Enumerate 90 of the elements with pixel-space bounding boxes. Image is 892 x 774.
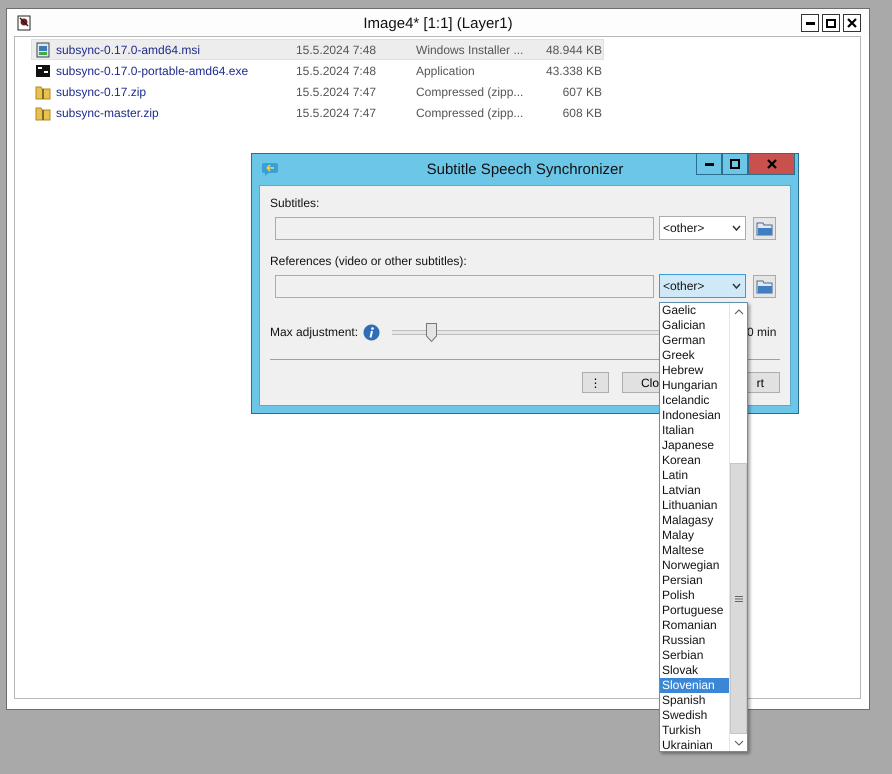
language-option[interactable]: Korean bbox=[660, 453, 729, 468]
file-type: Windows Installer ... bbox=[416, 42, 524, 56]
language-option[interactable]: Galician bbox=[660, 318, 729, 333]
language-option[interactable]: Romanian bbox=[660, 618, 729, 633]
chevron-down-icon bbox=[732, 283, 741, 289]
maximize-button[interactable] bbox=[822, 14, 840, 32]
language-option[interactable]: Hungarian bbox=[660, 378, 729, 393]
menu-button[interactable]: ⋮ bbox=[582, 372, 609, 393]
scroll-up-icon[interactable] bbox=[734, 308, 744, 314]
minimize-icon bbox=[806, 22, 814, 24]
file-date: 15.5.2024 7:47 bbox=[296, 84, 378, 98]
maximize-button[interactable] bbox=[722, 154, 748, 175]
browse-button[interactable] bbox=[753, 216, 776, 240]
file-row[interactable]: subsync-0.17.0-portable-amd64.exe 15.5.2024 7:48 Application 43.338 KB bbox=[31, 60, 604, 81]
language-option[interactable]: Greek bbox=[660, 348, 729, 363]
close-button[interactable] bbox=[843, 14, 861, 32]
language-option[interactable]: Gaelic bbox=[660, 303, 729, 318]
file-type: Application bbox=[416, 64, 476, 78]
file-name: subsync-0.17.0-portable-amd64.exe bbox=[56, 64, 250, 78]
language-option[interactable]: Portuguese bbox=[660, 603, 729, 618]
language-option[interactable]: Persian bbox=[660, 573, 729, 588]
language-option[interactable]: Spanish bbox=[660, 693, 729, 708]
file-size: 607 KB bbox=[562, 84, 602, 98]
language-option[interactable]: Lithuanian bbox=[660, 498, 729, 513]
file-date: 15.5.2024 7:48 bbox=[296, 64, 378, 78]
scrollbar-thumb[interactable] bbox=[730, 463, 747, 734]
language-option[interactable]: Malagasy bbox=[660, 513, 729, 528]
grip-icon bbox=[734, 596, 742, 602]
file-type: Compressed (zipp... bbox=[416, 106, 524, 120]
file-size: 43.338 KB bbox=[544, 64, 602, 78]
browse-button[interactable] bbox=[753, 274, 776, 298]
field-label: Max adjustment: bbox=[270, 325, 358, 339]
field-label: Subtitles: bbox=[270, 195, 320, 212]
language-dropdown[interactable]: <other> bbox=[659, 274, 746, 298]
minimize-icon bbox=[704, 162, 714, 166]
scroll-down-icon[interactable] bbox=[734, 740, 744, 746]
field-label: References (video or other subtitles): bbox=[270, 253, 468, 270]
close-icon bbox=[766, 159, 776, 169]
language-option[interactable]: Serbian bbox=[660, 648, 729, 663]
file-date: 15.5.2024 7:48 bbox=[296, 42, 378, 56]
maximize-icon bbox=[730, 159, 740, 169]
folder-icon bbox=[756, 220, 773, 236]
file-row[interactable]: subsync-0.17.0-amd64.msi 15.5.2024 7:48 Windows Installer ... 48.944 KB bbox=[31, 39, 604, 60]
language-option[interactable]: Maltese bbox=[660, 543, 729, 558]
language-option[interactable]: Malay bbox=[660, 528, 729, 543]
info-icon[interactable] bbox=[363, 324, 380, 340]
language-option[interactable]: Latin bbox=[660, 468, 729, 483]
path-field[interactable] bbox=[275, 274, 654, 298]
file-name: subsync-master.zip bbox=[56, 106, 160, 120]
path-field[interactable] bbox=[275, 216, 654, 240]
file-row[interactable]: subsync-master.zip 15.5.2024 7:47 Compressed (zipp... 608 KB bbox=[31, 102, 604, 123]
language-option[interactable]: Turkish bbox=[660, 723, 729, 738]
installer-icon bbox=[35, 42, 51, 58]
window-title: Image4* [1:1] (Layer1) bbox=[363, 14, 513, 32]
language-option[interactable]: Italian bbox=[660, 423, 729, 438]
minimize-button[interactable] bbox=[801, 14, 819, 32]
file-size: 608 KB bbox=[562, 106, 602, 120]
language-option[interactable]: Norwegian bbox=[660, 558, 729, 573]
language-option[interactable]: Latvian bbox=[660, 483, 729, 498]
language-option[interactable]: Japanese bbox=[660, 438, 729, 453]
file-size: 48.944 KB bbox=[544, 42, 602, 56]
folder-icon bbox=[756, 278, 773, 294]
language-option[interactable]: Russian bbox=[660, 633, 729, 648]
minimize-button[interactable] bbox=[696, 154, 722, 175]
zip-folder-icon bbox=[35, 84, 51, 100]
language-option[interactable]: Ukrainian bbox=[660, 738, 729, 753]
slider-thumb[interactable] bbox=[426, 322, 438, 342]
language-option[interactable]: German bbox=[660, 333, 729, 348]
archive-icon bbox=[35, 62, 51, 78]
file-type: Compressed (zipp... bbox=[416, 84, 524, 98]
zip-folder-icon bbox=[35, 104, 51, 120]
language-dropdown[interactable]: <other> bbox=[659, 216, 746, 240]
dialog-title: Subtitle Speech Synchronizer bbox=[426, 161, 624, 178]
close-button[interactable]: Clo bbox=[622, 372, 659, 393]
file-date: 15.5.2024 7:47 bbox=[296, 106, 378, 120]
file-name: subsync-0.17.zip bbox=[56, 84, 148, 98]
language-option[interactable]: Slovak bbox=[660, 663, 729, 678]
language-option[interactable]: Icelandic bbox=[660, 393, 729, 408]
app-icon[interactable] bbox=[17, 15, 31, 31]
language-option[interactable]: Swedish bbox=[660, 708, 729, 723]
language-option[interactable]: Polish bbox=[660, 588, 729, 603]
language-option[interactable]: Indonesian bbox=[660, 408, 729, 423]
language-option[interactable]: Slovenian bbox=[660, 678, 729, 693]
file-row[interactable]: subsync-0.17.zip 15.5.2024 7:47 Compressed (zipp... 607 KB bbox=[31, 81, 604, 102]
file-name: subsync-0.17.0-amd64.msi bbox=[56, 42, 202, 56]
language-option[interactable]: Hebrew bbox=[660, 363, 729, 378]
chevron-down-icon bbox=[732, 225, 741, 231]
maximize-icon bbox=[826, 18, 836, 28]
close-icon bbox=[847, 18, 857, 28]
start-button[interactable]: rt bbox=[748, 372, 780, 393]
